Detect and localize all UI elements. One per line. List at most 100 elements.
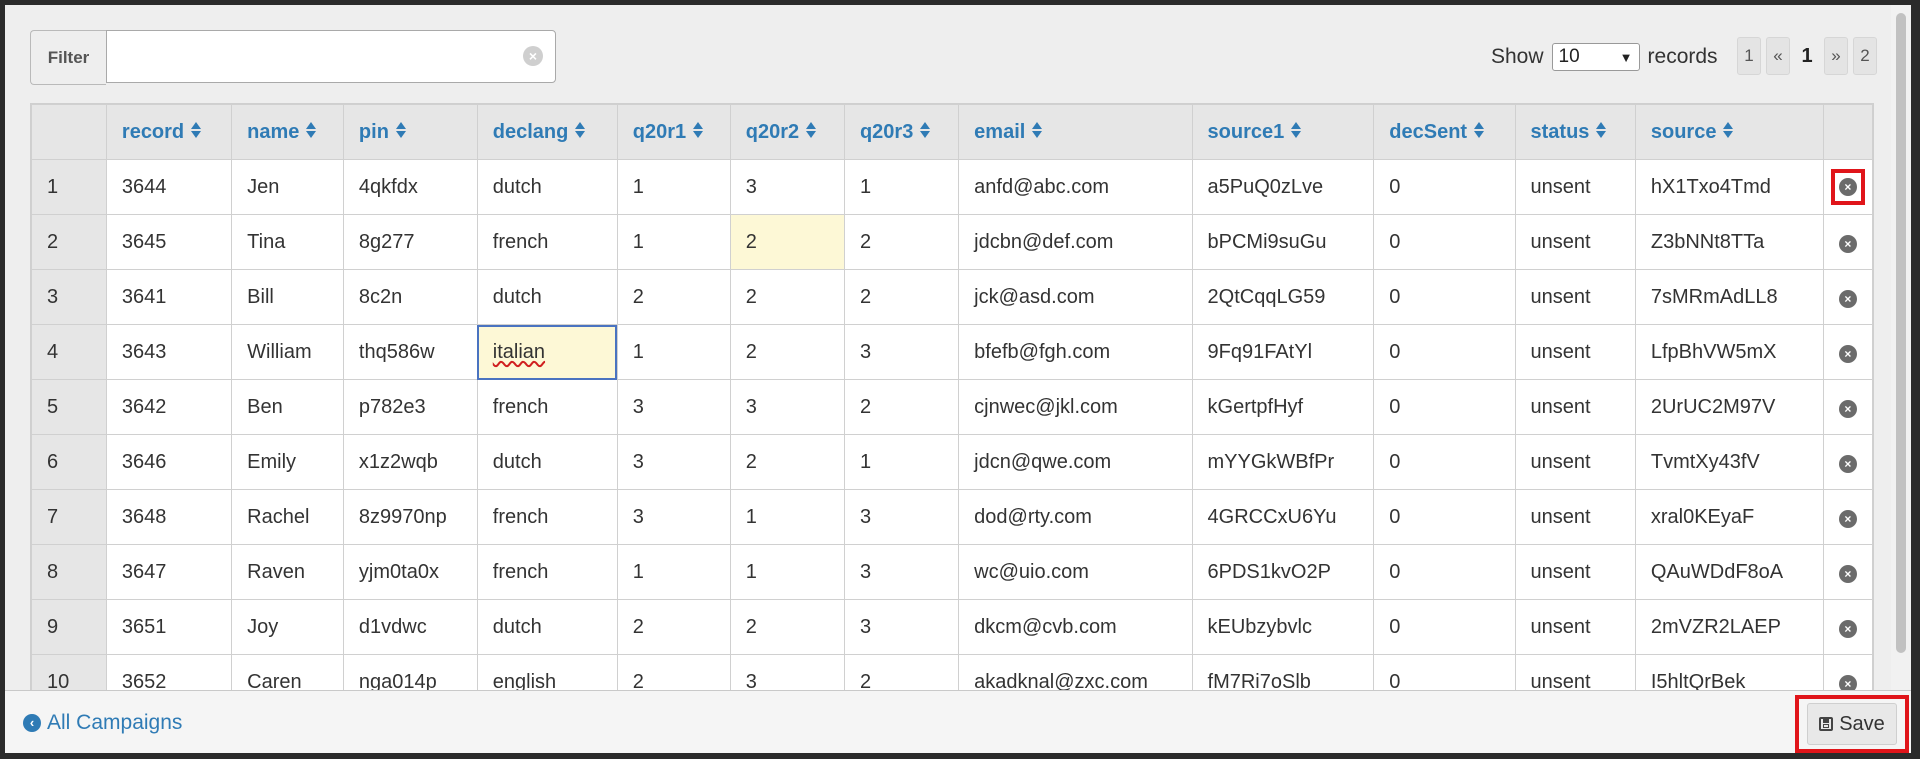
cell-name[interactable]: Emily [231, 434, 344, 490]
cell-pin[interactable]: 4qkfdx [342, 159, 478, 215]
cell-q20r3[interactable]: 1 [843, 434, 960, 490]
cell-q20r3[interactable]: 3 [843, 599, 960, 655]
cell-decsent[interactable]: 0 [1373, 654, 1516, 691]
cell-source1[interactable]: 4GRCCxU6Yu [1191, 489, 1375, 545]
cell-declang[interactable]: english [476, 654, 618, 691]
cell-source1[interactable]: 2QtCqqLG59 [1191, 269, 1375, 325]
cell-q20r1[interactable]: 1 [616, 159, 731, 215]
delete-circle-icon[interactable]: × [1838, 399, 1857, 418]
cell-source[interactable]: xral0KEyaF [1634, 489, 1824, 545]
cell-declang[interactable]: dutch [476, 269, 618, 325]
cell-pin[interactable]: 8c2n [342, 269, 478, 325]
cell-editor-value[interactable]: italian [493, 341, 545, 363]
cell-email[interactable]: cjnwec@jkl.com [958, 379, 1193, 435]
cell-pin[interactable]: yjm0ta0x [342, 544, 478, 600]
cell-source[interactable]: 7sMRmAdLL8 [1634, 269, 1824, 325]
cell-declang[interactable]: french [476, 214, 618, 270]
cell-decsent[interactable]: 0 [1373, 159, 1516, 215]
cell-q20r2[interactable]: 2 [729, 269, 845, 325]
cell-q20r3[interactable]: 1 [843, 159, 960, 215]
cell-email[interactable]: jdcbn@def.com [958, 214, 1193, 270]
header-email[interactable]: email [958, 104, 1193, 160]
cell-email[interactable]: jdcn@qwe.com [958, 434, 1193, 490]
clear-circle-icon[interactable]: × [523, 46, 543, 66]
cell-status[interactable]: unsent [1514, 159, 1636, 215]
cell-q20r1[interactable]: 1 [616, 214, 731, 270]
cell-name[interactable]: Jen [231, 159, 344, 215]
cell-declang[interactable]: french [476, 544, 618, 600]
cell-source1[interactable]: 9Fq91FAtYl [1191, 324, 1375, 380]
cell-name[interactable]: Bill [231, 269, 344, 325]
cell-q20r3[interactable]: 3 [843, 544, 960, 600]
cell-name[interactable]: Rachel [231, 489, 344, 545]
cell-name[interactable]: William [231, 324, 344, 380]
cell-record[interactable]: 3646 [105, 434, 233, 490]
cell-source[interactable]: hX1Txo4Tmd [1634, 159, 1824, 215]
cell-q20r2[interactable]: 2 [729, 214, 845, 270]
cell-status[interactable]: unsent [1514, 324, 1636, 380]
cell-status[interactable]: unsent [1514, 654, 1636, 691]
cell-decsent[interactable]: 0 [1373, 489, 1516, 545]
header-name[interactable]: name [231, 104, 344, 160]
cell-declang[interactable]: italian [476, 324, 618, 380]
vertical-scrollbar[interactable] [1891, 5, 1911, 690]
cell-source1[interactable]: a5PuQ0zLve [1191, 159, 1375, 215]
cell-q20r1[interactable]: 2 [616, 269, 731, 325]
cell-record[interactable]: 3641 [105, 269, 233, 325]
cell-source1[interactable]: fM7Ri7oSlb [1191, 654, 1375, 691]
cell-pin[interactable]: p782e3 [342, 379, 478, 435]
cell-q20r1[interactable]: 1 [616, 544, 731, 600]
cell-pin[interactable]: d1vdwc [342, 599, 478, 655]
cell-q20r3[interactable]: 2 [843, 654, 960, 691]
cell-record[interactable]: 3643 [105, 324, 233, 380]
cell-decsent[interactable]: 0 [1373, 324, 1516, 380]
header-declang[interactable]: declang [476, 104, 618, 160]
cell-source[interactable]: LfpBhVW5mX [1634, 324, 1824, 380]
cell-pin[interactable]: x1z2wqb [342, 434, 478, 490]
cell-q20r2[interactable]: 3 [729, 654, 845, 691]
page-last-button[interactable]: 2 [1853, 37, 1877, 75]
cell-source[interactable]: I5hltQrBek [1634, 654, 1824, 691]
cell-name[interactable]: Raven [231, 544, 344, 600]
cell-q20r3[interactable]: 3 [843, 324, 960, 380]
delete-circle-icon[interactable]: × [1838, 344, 1857, 363]
cell-q20r2[interactable]: 3 [729, 379, 845, 435]
cell-q20r2[interactable]: 2 [729, 599, 845, 655]
cell-record[interactable]: 3647 [105, 544, 233, 600]
cell-source1[interactable]: kGertpfHyf [1191, 379, 1375, 435]
cell-decsent[interactable]: 0 [1373, 599, 1516, 655]
cell-declang[interactable]: dutch [476, 159, 618, 215]
cell-q20r3[interactable]: 3 [843, 489, 960, 545]
delete-circle-icon[interactable]: × [1838, 564, 1857, 583]
cell-source[interactable]: 2mVZR2LAEP [1634, 599, 1824, 655]
cell-declang[interactable]: dutch [476, 599, 618, 655]
cell-record[interactable]: 3652 [105, 654, 233, 691]
cell-q20r2[interactable]: 2 [729, 324, 845, 380]
cell-status[interactable]: unsent [1514, 434, 1636, 490]
cell-pin[interactable]: thq586w [342, 324, 478, 380]
cell-email[interactable]: akadknal@zxc.com [958, 654, 1193, 691]
cell-email[interactable]: jck@asd.com [958, 269, 1193, 325]
cell-status[interactable]: unsent [1514, 489, 1636, 545]
cell-pin[interactable]: nga014p [342, 654, 478, 691]
cell-decsent[interactable]: 0 [1373, 214, 1516, 270]
cell-decsent[interactable]: 0 [1373, 544, 1516, 600]
header-source[interactable]: source [1634, 104, 1824, 160]
cell-source[interactable]: 2UrUC2M97V [1634, 379, 1824, 435]
page-next-button[interactable]: » [1824, 37, 1848, 75]
header-status[interactable]: status [1514, 104, 1636, 160]
cell-decsent[interactable]: 0 [1373, 269, 1516, 325]
delete-circle-icon[interactable]: × [1838, 178, 1857, 196]
cell-name[interactable]: Caren [231, 654, 344, 691]
all-campaigns-link[interactable]: ‹ All Campaigns [23, 711, 182, 735]
cell-source1[interactable]: bPCMi9suGu [1191, 214, 1375, 270]
cell-email[interactable]: dod@rty.com [958, 489, 1193, 545]
cell-email[interactable]: dkcm@cvb.com [958, 599, 1193, 655]
cell-email[interactable]: wc@uio.com [958, 544, 1193, 600]
cell-decsent[interactable]: 0 [1373, 434, 1516, 490]
cell-status[interactable]: unsent [1514, 269, 1636, 325]
delete-circle-icon[interactable]: × [1838, 234, 1857, 253]
cell-source[interactable]: Z3bNNt8TTa [1634, 214, 1824, 270]
cell-declang[interactable]: french [476, 489, 618, 545]
cell-q20r2[interactable]: 1 [729, 489, 845, 545]
